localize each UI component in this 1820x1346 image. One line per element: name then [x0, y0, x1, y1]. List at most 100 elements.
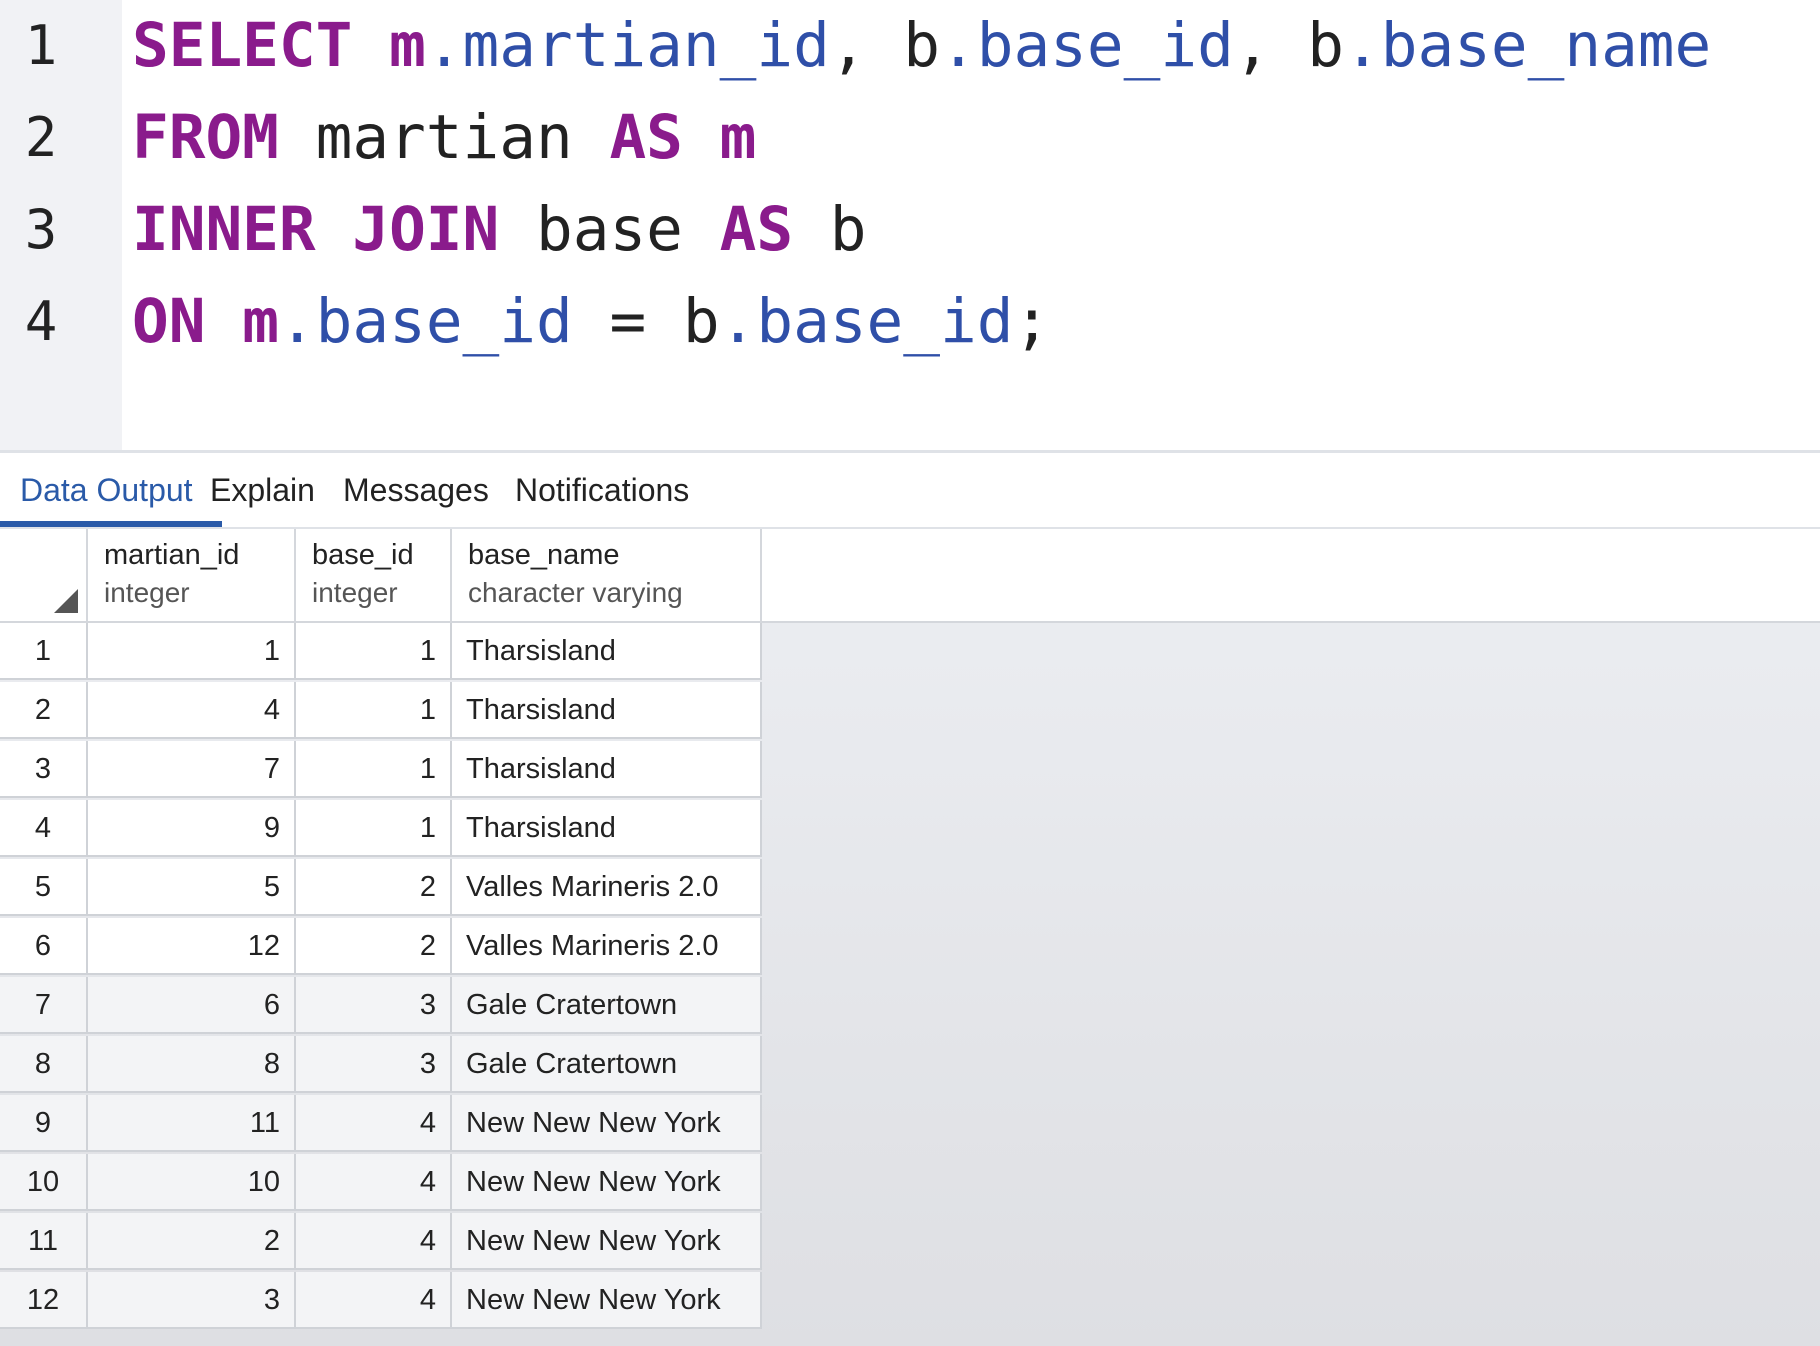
line-number: 3	[24, 198, 58, 261]
cell-base-name[interactable]: New New New York	[452, 1154, 762, 1211]
cell-martian-id[interactable]: 6	[88, 977, 296, 1034]
cell-base-name[interactable]: Gale Cratertown	[452, 1036, 762, 1093]
cell-base-id[interactable]: 2	[296, 859, 452, 916]
cell-martian-id[interactable]: 2	[88, 1213, 296, 1270]
code-token: .base_id	[719, 286, 1014, 357]
row-number[interactable]: 12	[0, 1272, 88, 1329]
code-token: b	[682, 286, 720, 357]
column-header-base-name[interactable]: base_name character varying	[452, 529, 762, 621]
table-row[interactable]: 3 7 1 Tharsisland	[0, 741, 762, 800]
table-row[interactable]: 12 3 4 New New New York	[0, 1272, 762, 1331]
table-row[interactable]: 4 9 1 Tharsisland	[0, 800, 762, 859]
cell-base-id[interactable]: 1	[296, 741, 452, 798]
active-tab-indicator	[0, 521, 222, 527]
cell-martian-id[interactable]: 10	[88, 1154, 296, 1211]
tab-notifications[interactable]: Notifications	[515, 453, 689, 527]
select-all-icon[interactable]	[54, 589, 78, 613]
cell-base-name[interactable]: New New New York	[452, 1272, 762, 1329]
cell-base-id[interactable]: 3	[296, 1036, 452, 1093]
code-line[interactable]: FROM martian AS m	[132, 92, 756, 184]
code-token: SELECT	[132, 10, 353, 81]
cell-base-name[interactable]: Gale Cratertown	[452, 977, 762, 1034]
line-number: 4	[24, 290, 58, 353]
code-token: martian	[278, 102, 610, 173]
cell-base-id[interactable]: 4	[296, 1154, 452, 1211]
cell-base-name[interactable]: New New New York	[452, 1213, 762, 1270]
cell-martian-id[interactable]: 8	[88, 1036, 296, 1093]
code-token: b	[1307, 10, 1344, 81]
code-token: .base_id	[940, 10, 1234, 81]
line-number: 2	[24, 106, 58, 169]
cell-martian-id[interactable]: 7	[88, 741, 296, 798]
grid-header-empty	[762, 529, 1820, 623]
cell-martian-id[interactable]: 12	[88, 918, 296, 975]
cell-martian-id[interactable]: 4	[88, 682, 296, 739]
cell-base-id[interactable]: 1	[296, 800, 452, 857]
row-number[interactable]: 10	[0, 1154, 88, 1211]
row-number[interactable]: 7	[0, 977, 88, 1034]
line-number-gutter: 1 2 3 4	[0, 0, 122, 450]
cell-base-name[interactable]: Tharsisland	[452, 800, 762, 857]
column-name: base_id	[312, 539, 414, 571]
cell-base-id[interactable]: 1	[296, 623, 452, 680]
query-editor[interactable]: 1234 SELECT m.martian_id, b.base_id, b.b…	[0, 0, 1820, 450]
column-header-base-id[interactable]: base_id integer	[296, 529, 452, 621]
table-row[interactable]: 1 1 1 Tharsisland	[0, 623, 762, 682]
tab-data-output[interactable]: Data Output	[20, 453, 193, 527]
code-token: AS	[609, 102, 683, 173]
row-number-header[interactable]	[0, 529, 88, 621]
cell-base-id[interactable]: 4	[296, 1213, 452, 1270]
row-number[interactable]: 2	[0, 682, 88, 739]
row-number[interactable]: 4	[0, 800, 88, 857]
cell-base-id[interactable]: 1	[296, 682, 452, 739]
cell-base-name[interactable]: Tharsisland	[452, 623, 762, 680]
code-token: INNER JOIN	[132, 194, 500, 265]
table-row[interactable]: 2 4 1 Tharsisland	[0, 682, 762, 741]
row-number[interactable]: 1	[0, 623, 88, 680]
row-number[interactable]: 9	[0, 1095, 88, 1152]
row-number[interactable]: 5	[0, 859, 88, 916]
table-row[interactable]: 11 2 4 New New New York	[0, 1213, 762, 1272]
cell-martian-id[interactable]: 1	[88, 623, 296, 680]
cell-base-id[interactable]: 4	[296, 1095, 452, 1152]
code-line[interactable]: ON m.base_id = b.base_id;	[132, 276, 1050, 368]
code-token: =	[572, 286, 683, 357]
table-row[interactable]: 10 10 4 New New New York	[0, 1154, 762, 1213]
tab-messages[interactable]: Messages	[343, 453, 489, 527]
tab-explain[interactable]: Explain	[210, 453, 315, 527]
code-token: m	[242, 286, 279, 357]
cell-base-id[interactable]: 3	[296, 977, 452, 1034]
row-number[interactable]: 11	[0, 1213, 88, 1270]
cell-base-id[interactable]: 4	[296, 1272, 452, 1329]
cell-base-name[interactable]: Tharsisland	[452, 741, 762, 798]
table-row[interactable]: 7 6 3 Gale Cratertown	[0, 977, 762, 1036]
column-name: martian_id	[104, 539, 240, 571]
code-line[interactable]: INNER JOIN base AS b	[132, 184, 867, 276]
cell-martian-id[interactable]: 3	[88, 1272, 296, 1329]
cell-base-name[interactable]: Valles Marineris 2.0	[452, 918, 762, 975]
table-row[interactable]: 8 8 3 Gale Cratertown	[0, 1036, 762, 1095]
cell-base-name[interactable]: Tharsisland	[452, 682, 762, 739]
cell-martian-id[interactable]: 9	[88, 800, 296, 857]
table-row[interactable]: 9 11 4 New New New York	[0, 1095, 762, 1154]
row-number[interactable]: 3	[0, 741, 88, 798]
table-row[interactable]: 5 5 2 Valles Marineris 2.0	[0, 859, 762, 918]
cell-base-name[interactable]: New New New York	[452, 1095, 762, 1152]
row-number[interactable]: 6	[0, 918, 88, 975]
code-token: AS	[719, 194, 794, 265]
grid-header: martian_id integer base_id integer base_name…	[0, 529, 762, 623]
cell-base-name[interactable]: Valles Marineris 2.0	[452, 859, 762, 916]
code-token: b	[903, 10, 940, 81]
code-token: FROM	[132, 102, 279, 173]
code-token: base	[499, 194, 720, 265]
column-header-martian-id[interactable]: martian_id integer	[88, 529, 296, 621]
cell-base-id[interactable]: 2	[296, 918, 452, 975]
cell-martian-id[interactable]: 11	[88, 1095, 296, 1152]
code-line[interactable]: SELECT m.martian_id, b.base_id, b.base_n…	[132, 0, 1711, 92]
cell-martian-id[interactable]: 5	[88, 859, 296, 916]
row-number[interactable]: 8	[0, 1036, 88, 1093]
table-row[interactable]: 6 12 2 Valles Marineris 2.0	[0, 918, 762, 977]
